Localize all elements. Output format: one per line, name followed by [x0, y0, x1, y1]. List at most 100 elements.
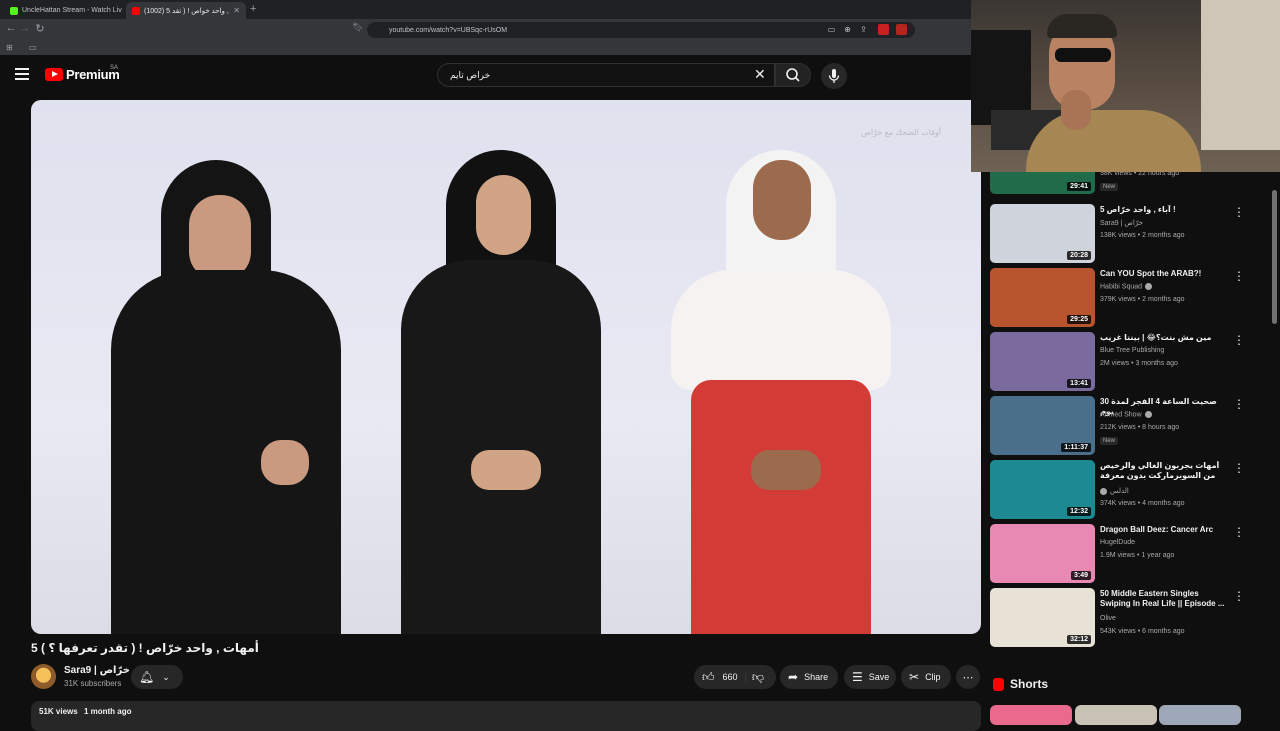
kick-favicon-icon	[10, 6, 18, 15]
channel-name[interactable]: Sara9 | خرّاص	[64, 665, 130, 676]
duration-badge: 1:11:37	[1061, 443, 1091, 452]
youtube-logo-icon[interactable]	[45, 68, 63, 81]
save-button[interactable]: ☰ Save	[844, 665, 896, 689]
video-thumbnail[interactable]: 32:12	[990, 588, 1095, 647]
video-title: أمهات يجربون الغالي والرخيص من السوبرمار…	[1100, 461, 1220, 480]
zoom-icon[interactable]: ⊕	[842, 24, 853, 35]
channel-avatar[interactable]	[31, 664, 56, 689]
channel-name[interactable]: HugelDude	[1100, 539, 1135, 546]
recommendation-item[interactable]: 1:11:37 صحيت الساعة 4 الفجر لمدة 30 يوم …	[990, 396, 1270, 456]
channel-name[interactable]: الدلس	[1100, 487, 1129, 495]
share-icon[interactable]: ⇪	[858, 24, 869, 35]
bookmark-icon[interactable]: 🔖︎	[351, 22, 365, 33]
video-thumbnail[interactable]: 29:25	[990, 268, 1095, 327]
duration-badge: 3:49	[1070, 571, 1091, 580]
more-vertical-icon[interactable]: ⋮	[1233, 590, 1245, 602]
duration-badge: 32:12	[1067, 635, 1091, 644]
video-player[interactable]: أوقات الضحك مع خرّاص	[31, 100, 981, 634]
like-dislike-group: 👍︎ 660 | 👎︎	[694, 665, 776, 689]
recommendation-item[interactable]: 32:12 50 Middle Eastern Singles Swiping …	[990, 588, 1270, 648]
playlist-add-icon: ☰	[852, 670, 863, 684]
more-actions-button[interactable]: ⋯	[956, 665, 980, 689]
video-thumbnail[interactable]: 1:11:37	[990, 396, 1095, 455]
shorts-icon	[993, 678, 1004, 691]
video-thumbnail[interactable]: 13:41	[990, 332, 1095, 391]
channel-name[interactable]: Habibi Squad	[1100, 283, 1153, 290]
video-meta: 212K views • 8 hours ago	[1100, 424, 1180, 431]
recommendation-item[interactable]: 29:25 Can YOU Spot the ARAB?! Habibi Squ…	[990, 268, 1270, 328]
region-code: SA	[110, 65, 119, 71]
more-vertical-icon[interactable]: ⋮	[1233, 334, 1245, 346]
subscribed-notifications-button[interactable]: 🔔︎ ⌄	[131, 665, 183, 689]
tab-title: (1002) 5 أمهات , واحد خواص ! ( تقد	[144, 7, 229, 15]
more-vertical-icon[interactable]: ⋮	[1233, 526, 1245, 538]
recommendation-item[interactable]: 12:32 أمهات يجربون الغالي والرخيص من الس…	[990, 460, 1270, 520]
thumbs-down-icon[interactable]: 👎︎	[752, 670, 764, 685]
more-vertical-icon[interactable]: ⋮	[1233, 270, 1245, 282]
description-box[interactable]	[31, 701, 981, 731]
recommendation-item[interactable]: 20:28 5 آباء , واحد خرّاص ! Sara9 | خرّا…	[990, 204, 1270, 264]
short-thumbnail[interactable]	[1075, 705, 1157, 725]
save-label: Save	[868, 672, 890, 682]
like-count[interactable]: 660	[723, 672, 738, 682]
view-count: 51K views	[39, 707, 78, 716]
chevron-down-icon: ⌄	[162, 671, 170, 682]
more-vertical-icon[interactable]: ⋮	[1233, 398, 1245, 410]
video-meta: 543K views • 6 months ago	[1100, 628, 1185, 635]
youtube-masthead: Premium SA خراص تايم ✕	[0, 55, 971, 95]
subscriber-count: 31K subscribers	[64, 679, 122, 688]
video-thumbnail[interactable]: 3:49	[990, 524, 1095, 583]
close-tab-icon[interactable]: ✕	[229, 6, 240, 15]
duration-badge: 29:25	[1067, 315, 1091, 324]
video-meta: 379K views • 2 months ago	[1100, 296, 1185, 303]
browser-toolbar: ← → ↻ 🔖︎ youtube.com/watch?v=UBSqc-rUsOM…	[0, 19, 971, 41]
streamer-hand	[1061, 90, 1091, 130]
sunglasses	[1055, 48, 1111, 62]
channel-name[interactable]: Blue Tree Publishing	[1100, 347, 1164, 354]
sidebar-scrollbar[interactable]	[1272, 190, 1277, 324]
short-thumbnail[interactable]	[1159, 705, 1241, 725]
forward-icon[interactable]: →	[18, 22, 32, 34]
bookmarks-bar: ⊞ ▭	[0, 41, 971, 55]
channel-name[interactable]: Ahmed Show	[1100, 411, 1152, 418]
thumbs-up-icon[interactable]: 👍︎	[702, 670, 715, 685]
video-thumbnail[interactable]: 12:32	[990, 460, 1095, 519]
channel-name[interactable]: Sara9 | خرّاص	[1100, 219, 1143, 227]
video-meta: 51K views 1 month ago	[39, 707, 132, 716]
share-arrow-icon: ➦	[788, 670, 799, 684]
recommendation-item[interactable]: 3:49 Dragon Ball Deez: Cancer Arc HugelD…	[990, 524, 1270, 584]
extension-icon[interactable]	[878, 24, 889, 35]
youtube-favicon-icon	[132, 6, 140, 15]
streamer-webcam-overlay	[971, 0, 1280, 172]
clip-button[interactable]: ✂ Clip	[901, 665, 951, 689]
video-meta: 138K views • 2 months ago	[1100, 232, 1185, 239]
tab-title: UncleHattan Stream - Watch Liv	[22, 7, 122, 14]
streamer-shirt	[1026, 110, 1201, 172]
person-right	[671, 150, 891, 634]
more-vertical-icon[interactable]: ⋮	[1233, 462, 1245, 474]
recommendation-item[interactable]: 13:41 مين مش بنت؟😂 | بيننا غريب Blue Tre…	[990, 332, 1270, 392]
recommendations-sidebar: 29:41 38K views • 22 hours ago New 20:28…	[981, 164, 1280, 720]
person-center	[401, 150, 601, 634]
more-vertical-icon[interactable]: ⋮	[1233, 206, 1245, 218]
folder-icon[interactable]: ▭	[29, 43, 37, 52]
clear-search-icon[interactable]: ✕	[754, 66, 766, 83]
channel-name[interactable]: Olive	[1100, 615, 1116, 622]
browser-tab-active[interactable]: (1002) 5 أمهات , واحد خواص ! ( تقد ✕	[126, 2, 246, 19]
search-input[interactable]: خراص تايم	[437, 63, 775, 87]
back-icon[interactable]: ←	[4, 22, 18, 34]
search-button[interactable]	[775, 63, 811, 87]
apps-grid-icon[interactable]: ⊞	[6, 43, 13, 52]
browser-tab[interactable]: UncleHattan Stream - Watch Liv	[4, 2, 122, 19]
search-icon	[786, 68, 800, 82]
menu-icon[interactable]	[15, 68, 29, 80]
short-thumbnail[interactable]	[990, 705, 1072, 725]
video-thumbnail[interactable]: 20:28	[990, 204, 1095, 263]
share-button[interactable]: ➦ Share	[780, 665, 838, 689]
new-tab-button[interactable]: +	[250, 3, 256, 15]
cast-icon[interactable]: ▭	[826, 24, 837, 35]
reload-icon[interactable]: ↻	[33, 22, 47, 35]
extension-icon[interactable]	[896, 24, 907, 35]
voice-search-button[interactable]	[821, 63, 847, 89]
new-badge: New	[1100, 437, 1119, 445]
